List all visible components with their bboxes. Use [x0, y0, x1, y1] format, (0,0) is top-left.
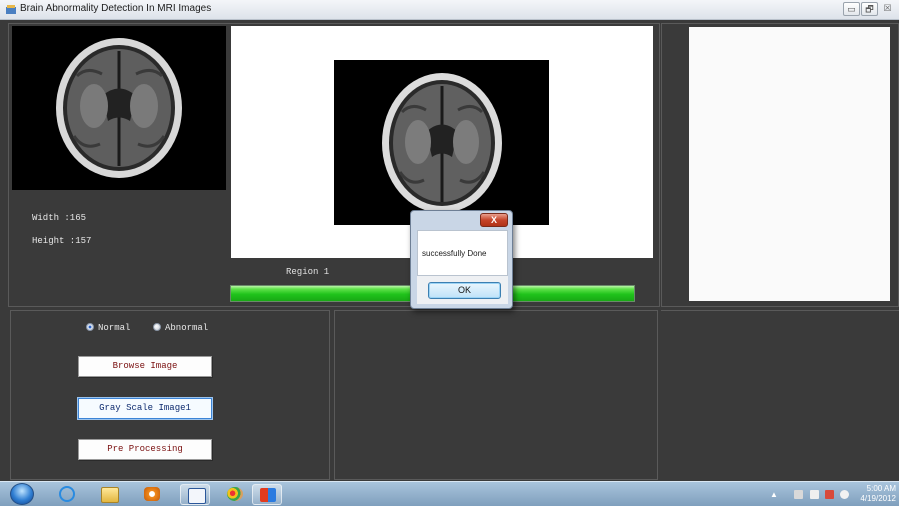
dialog-close-button[interactable]: X — [480, 213, 508, 227]
file-explorer-icon[interactable] — [94, 484, 124, 505]
clock-time[interactable]: 5:00 AM — [856, 484, 896, 493]
system-tray: ▲ — [770, 488, 850, 502]
clock-date[interactable]: 4/19/2012 — [846, 494, 896, 503]
word-icon[interactable] — [180, 484, 210, 505]
dialog-message: successfully Done — [422, 249, 487, 258]
network-icon[interactable] — [794, 490, 803, 499]
radio-abnormal-label: Abnormal — [165, 323, 209, 333]
window-title: Brain Abnormality Detection In MRI Image… — [20, 3, 212, 14]
maximize-button[interactable]: 🗗 — [861, 2, 878, 16]
input-mri-image — [12, 26, 226, 190]
gray-scale-button[interactable]: Gray Scale Image1 — [78, 398, 212, 419]
internet-explorer-icon[interactable] — [51, 484, 81, 505]
taskbar — [0, 481, 899, 506]
paint-icon[interactable] — [220, 484, 250, 505]
app-icon — [6, 5, 16, 14]
browse-image-button[interactable]: Browse Image — [78, 356, 212, 377]
radio-unselected-icon — [153, 323, 161, 331]
secondary-panel — [334, 310, 658, 480]
radio-abnormal[interactable]: Abnormal — [153, 323, 208, 333]
battery-icon[interactable] — [810, 490, 819, 499]
pre-processing-button[interactable]: Pre Processing — [78, 439, 212, 460]
image-width-label: Width :165 — [32, 213, 87, 223]
action-center-icon[interactable] — [825, 490, 834, 499]
region-label: Region 1 — [286, 267, 330, 277]
show-hidden-icons-icon[interactable]: ▲ — [770, 490, 779, 499]
image-height-label: Height :157 — [32, 236, 92, 246]
processed-mri-image — [334, 60, 549, 225]
radio-normal[interactable]: Normal — [86, 323, 130, 333]
result-canvas — [689, 27, 890, 301]
matlab-app-icon[interactable] — [252, 484, 282, 505]
start-orb-icon[interactable] — [10, 483, 34, 505]
minimize-button[interactable]: ▭ — [843, 2, 860, 16]
radio-normal-label: Normal — [98, 323, 131, 333]
close-button[interactable]: ☒ — [879, 2, 896, 16]
radio-selected-icon — [86, 323, 94, 331]
dialog-ok-button[interactable]: OK — [428, 282, 501, 299]
tertiary-panel — [661, 310, 899, 480]
media-player-icon[interactable] — [137, 484, 167, 505]
